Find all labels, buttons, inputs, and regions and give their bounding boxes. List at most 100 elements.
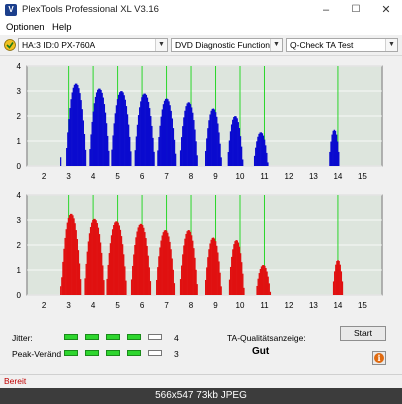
x-tick-label: 3	[66, 172, 71, 181]
drive-select[interactable]: HA:3 ID:0 PX-760A ▼	[18, 38, 168, 52]
quality-label: TA-Qualitätsanzeige:	[227, 333, 306, 343]
x-tick-label: 14	[333, 172, 342, 181]
function-select[interactable]: DVD Diagnostic Functions ▼	[171, 38, 283, 52]
y-tick-label: 1	[17, 137, 22, 146]
chevron-down-icon[interactable]: ▼	[385, 39, 397, 51]
chart-bar	[196, 155, 198, 166]
bottom-chart: 012342 3 4 5 6 7 8 9 10 11 12 13 14 15	[17, 191, 383, 310]
x-tick-label: 12	[285, 301, 294, 310]
chart-bar	[196, 284, 198, 295]
x-tick-label: 15	[358, 301, 367, 310]
chart-bar	[153, 151, 155, 166]
x-tick-label: 4	[91, 172, 96, 181]
chart-bar	[130, 151, 132, 166]
chart-bar	[60, 286, 62, 295]
info-button[interactable]: i	[372, 351, 386, 365]
x-tick-label: 5	[115, 172, 120, 181]
menu-optionen[interactable]: Optionen	[6, 22, 45, 33]
y-tick-label: 1	[17, 266, 22, 275]
meter-segment	[64, 350, 78, 356]
x-tick-label: 11	[260, 301, 269, 310]
y-tick-label: 3	[17, 87, 22, 96]
y-tick-label: 2	[17, 112, 22, 121]
x-tick-label: 2	[42, 172, 47, 181]
jitter-value: 4	[174, 333, 179, 343]
x-tick-label: 8	[189, 301, 194, 310]
y-tick-label: 0	[17, 291, 22, 300]
quality-value: Gut	[252, 346, 270, 357]
x-tick-label: 2	[42, 301, 47, 310]
chart-bar	[338, 151, 340, 166]
start-button[interactable]: Start	[340, 326, 386, 341]
peak-label: Peak-Veränd	[12, 349, 62, 359]
meter-segment	[127, 350, 141, 356]
x-tick-label: 6	[140, 301, 145, 310]
chevron-down-icon[interactable]: ▼	[270, 39, 282, 51]
x-tick-label: 4	[91, 301, 96, 310]
x-tick-label: 15	[358, 172, 367, 181]
y-tick-label: 4	[17, 62, 22, 71]
x-tick-label: 3	[66, 301, 71, 310]
x-tick-label: 9	[213, 301, 218, 310]
y-tick-label: 0	[17, 162, 22, 171]
meter-segment	[106, 350, 120, 356]
x-tick-label: 12	[285, 172, 294, 181]
y-tick-label: 4	[17, 191, 22, 200]
app-icon: V	[5, 4, 17, 16]
meter-segment	[148, 334, 162, 340]
chevron-down-icon[interactable]: ▼	[155, 39, 167, 51]
meter-segment	[148, 350, 162, 356]
y-tick-label: 3	[17, 216, 22, 225]
peak-meter	[64, 350, 174, 358]
peak-value: 3	[174, 349, 179, 359]
window-title: PlexTools Professional XL V3.16	[22, 4, 159, 15]
chart-bar	[108, 150, 110, 166]
chart-bar	[241, 159, 244, 166]
status-bar	[0, 374, 402, 389]
y-tick-label: 2	[17, 241, 22, 250]
test-select-value: Q-Check TA Test	[290, 40, 354, 50]
chart-bar	[84, 149, 87, 166]
function-select-value: DVD Diagnostic Functions	[175, 40, 275, 50]
drive-select-value: HA:3 ID:0 PX-760A	[22, 40, 96, 50]
meter-segment	[85, 334, 99, 340]
maximize-icon[interactable]: ☐	[342, 1, 370, 19]
x-tick-label: 13	[309, 172, 318, 181]
x-tick-label: 8	[189, 172, 194, 181]
x-tick-label: 10	[236, 172, 245, 181]
test-select[interactable]: Q-Check TA Test ▼	[286, 38, 398, 52]
status-text: Bereit	[4, 376, 27, 386]
close-icon[interactable]: ✕	[372, 1, 400, 19]
x-tick-label: 6	[140, 172, 145, 181]
info-icon: i	[374, 353, 384, 363]
x-tick-label: 13	[309, 301, 318, 310]
chart-bar	[220, 286, 222, 295]
meter-segment	[127, 334, 141, 340]
chart-bar	[173, 283, 176, 295]
drive-icon	[4, 39, 16, 51]
x-tick-label: 5	[115, 301, 120, 310]
chart-bar	[103, 280, 105, 295]
jitter-meter	[64, 334, 174, 342]
chart-bar	[125, 280, 127, 295]
x-tick-label: 7	[164, 301, 169, 310]
image-caption: 566x547 73kb JPEG	[0, 388, 402, 404]
x-tick-label: 7	[164, 172, 169, 181]
chart-bar	[174, 153, 177, 166]
x-tick-label: 14	[333, 301, 342, 310]
x-tick-label: 10	[236, 301, 245, 310]
chart-bar	[220, 157, 222, 166]
jitter-label: Jitter:	[12, 333, 33, 343]
meter-segment	[64, 334, 78, 340]
meter-segment	[106, 334, 120, 340]
chart-bar	[341, 281, 344, 295]
x-tick-label: 9	[213, 172, 218, 181]
x-tick-label: 11	[260, 172, 269, 181]
chart-bar	[269, 291, 272, 295]
chart-bar	[243, 287, 245, 295]
menu-help[interactable]: Help	[52, 22, 72, 33]
chart-bar	[79, 279, 82, 295]
chart-bar	[267, 162, 269, 166]
meter-segment	[85, 350, 99, 356]
minimize-icon[interactable]: –	[312, 1, 340, 19]
